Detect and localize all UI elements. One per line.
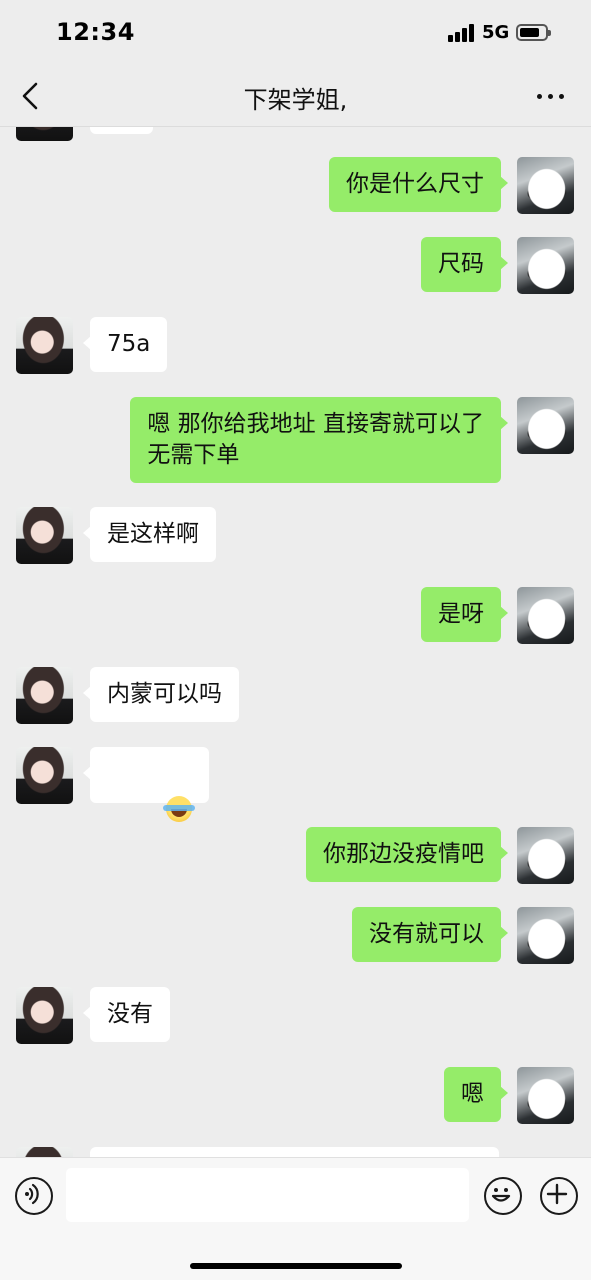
message-bubble[interactable]: [83, 747, 209, 822]
emoji-button[interactable]: [484, 1177, 522, 1215]
message-bubble[interactable]: 嗯: [444, 1067, 508, 1122]
battery-icon: [516, 24, 551, 41]
contact-avatar[interactable]: [16, 987, 73, 1044]
emoji-icon: [491, 1187, 510, 1202]
my-avatar[interactable]: [517, 587, 574, 644]
chat-screen: 12:34 5G 下架学姐, 你是什么尺寸 尺码 75a 嗯 那你给我地址 直接…: [0, 0, 591, 1280]
more-button[interactable]: [533, 82, 569, 110]
message-bubble[interactable]: 没有: [83, 987, 170, 1042]
status-time: 12:34: [56, 18, 135, 46]
message-bubble[interactable]: 你那边没疫情吧: [306, 827, 508, 882]
my-avatar[interactable]: [517, 1067, 574, 1124]
message-bubble[interactable]: 没有就可以: [352, 907, 508, 962]
voice-icon: [24, 1183, 39, 1204]
message-bubble[interactable]: 你是什么尺寸: [329, 157, 508, 212]
crying-laughing-emoji-icon: [162, 795, 195, 822]
message-bubble[interactable]: 尺码: [421, 237, 508, 292]
more-dots-icon: [537, 94, 542, 99]
battery-fill: [520, 28, 539, 37]
contact-avatar[interactable]: [16, 1147, 73, 1157]
input-bar: [0, 1157, 591, 1280]
home-indicator[interactable]: [190, 1263, 402, 1269]
chat-title: 下架学姐,: [243, 86, 348, 114]
contact-avatar[interactable]: [16, 667, 73, 724]
message-input[interactable]: [66, 1168, 469, 1222]
message-bubble[interactable]: [90, 127, 153, 134]
message-bubble[interactable]: [90, 1147, 499, 1157]
plus-button[interactable]: [540, 1177, 578, 1215]
contact-avatar[interactable]: [16, 127, 73, 141]
message-bubble[interactable]: 是这样啊: [83, 507, 216, 562]
message-bubble[interactable]: 嗯 那你给我地址 直接寄就可以了 无需下单: [130, 397, 508, 483]
contact-avatar[interactable]: [16, 507, 73, 564]
status-bar: 12:34 5G: [0, 0, 591, 66]
my-avatar[interactable]: [517, 397, 574, 454]
plus-icon: [546, 1183, 567, 1204]
voice-button[interactable]: [15, 1177, 53, 1215]
my-avatar[interactable]: [517, 907, 574, 964]
signal-icon: [448, 24, 476, 42]
message-list[interactable]: 你是什么尺寸 尺码 75a 嗯 那你给我地址 直接寄就可以了 无需下单 是这样啊…: [0, 127, 591, 1157]
my-avatar[interactable]: [517, 157, 574, 214]
message-bubble[interactable]: 75a: [82, 317, 168, 372]
my-avatar[interactable]: [517, 827, 574, 884]
nav-bar: 下架学姐,: [0, 66, 591, 127]
message-bubble[interactable]: 内蒙可以吗: [83, 667, 239, 722]
my-avatar[interactable]: [517, 237, 574, 294]
contact-avatar[interactable]: [16, 747, 73, 804]
network-type: 5G: [482, 22, 510, 43]
contact-avatar[interactable]: [16, 317, 73, 374]
message-bubble[interactable]: 是呀: [421, 587, 508, 642]
